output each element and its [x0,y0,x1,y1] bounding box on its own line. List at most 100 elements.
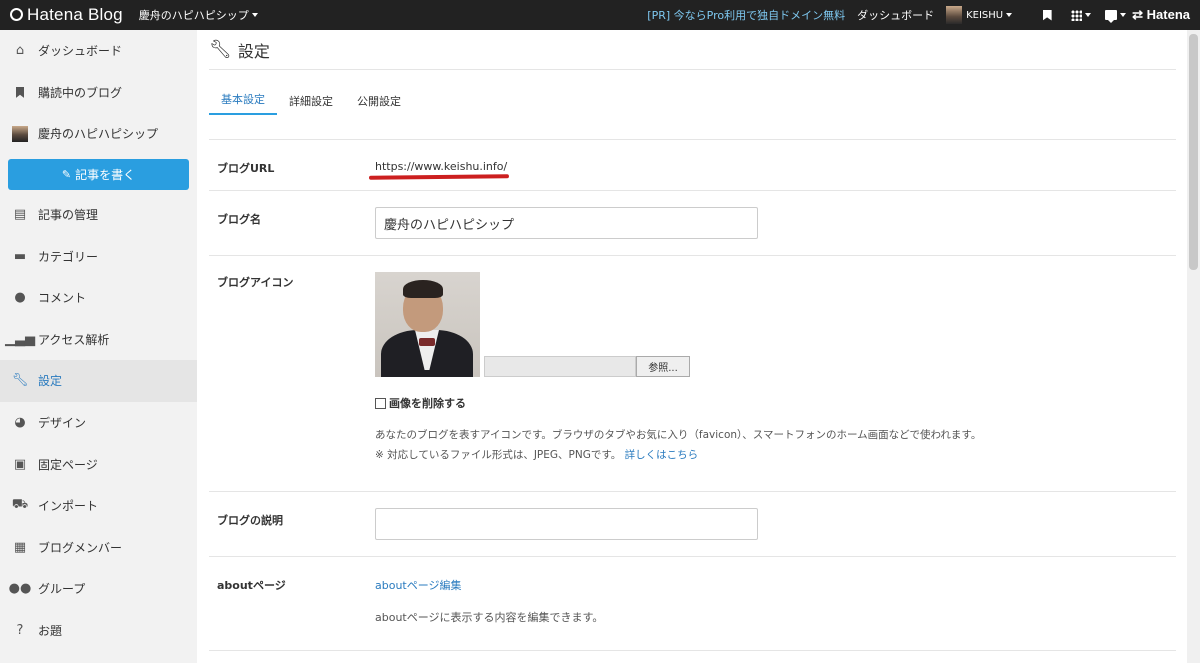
about-page-label: aboutページ [217,579,286,592]
sidebar-item-analytics[interactable]: ▁▃▅ アクセス解析 [0,319,197,361]
blog-url-text: https://www.keishu.info/ [375,160,508,173]
sidebar-item-articles[interactable]: ▤ 記事の管理 [0,194,197,236]
brand-text: Hatena Blog [27,5,123,24]
sidebar-item-settings[interactable]: 🔧︎ 設定 [0,360,197,402]
grid-icon [1071,9,1083,21]
sidebar-item-label: デザイン [38,416,87,431]
sidebar-item-label: 購読中のブログ [38,85,123,100]
notifications-button[interactable] [1098,0,1132,30]
browse-button[interactable]: 参照... [636,356,690,377]
sidebar-item-dashboard[interactable]: ⌂ ダッシュボード [0,30,197,72]
page-title: 設定 [237,41,270,61]
photo-tie [419,338,435,346]
write-article-button[interactable]: ✎ 記事を書く [8,158,189,190]
blog-name-cell: 慶舟のハピハピシップ [375,191,1176,255]
tab-publish-settings[interactable]: 公開設定 [345,93,413,115]
settings-tabs: 基本設定 詳細設定 公開設定 [209,70,1176,115]
delete-image-label: 画像を削除する [389,397,466,410]
group-icon: ●● [8,581,32,597]
sidebar-item-label: アクセス解析 [38,332,110,347]
row-blog-icon: ブログアイコン 参照... 画像を削除する あなたのブログを表すアイコンです。ブ… [209,256,1176,492]
sidebar-item-label: カテゴリー [38,249,99,264]
page-header: 🔧︎ 設定 [209,30,1176,70]
bookmark-icon [1042,9,1052,21]
user-menu[interactable]: KEISHU [946,6,1013,24]
icon-desc-line-2: ※ 対応しているファイル形式は、JPEG、PNGです。 詳しくはこちら [375,445,1176,465]
write-button-label: 記事を書く [75,167,136,182]
edit-icon: ✎ [61,167,72,181]
file-path-field[interactable] [484,356,636,377]
pro-promo-link[interactable]: [PR] 今ならPro利用で独自ドメイン無料 [647,7,845,23]
scrollbar-thumb[interactable] [1189,34,1198,270]
blog-name-input[interactable]: 慶舟のハピハピシップ [375,207,758,239]
sidebar-item-label: グループ [38,582,86,597]
blog-url-value: https://www.keishu.info/ [368,140,1176,190]
sidebar-item-label: お題 [38,624,63,639]
chevron-down-icon [1119,13,1126,17]
about-page-edit-link[interactable]: aboutページ編集 [375,577,1176,593]
bookmark-button[interactable] [1030,0,1064,30]
blog-avatar [12,125,28,142]
blog-url-label: ブログURL [217,162,275,175]
bookmark-icon [12,84,28,100]
avatar [946,6,963,24]
blog-switcher[interactable]: 慶舟のハピハピシップ [139,7,258,23]
sidebar-item-subscriptions[interactable]: 購読中のブログ [0,72,197,114]
question-icon: ? [16,623,24,639]
blog-description-cell [375,492,1176,556]
blog-description-input[interactable] [375,508,758,540]
scrollbar[interactable] [1187,30,1200,663]
apps-menu-button[interactable] [1064,0,1098,30]
details-link[interactable]: 詳しくはこちら [625,449,699,461]
chevron-down-icon [1006,13,1013,17]
sidebar-item-label: コメント [38,291,87,306]
sidebar-item-members[interactable]: ▦ ブログメンバー [0,527,197,569]
tab-basic-settings[interactable]: 基本設定 [209,91,277,115]
brand[interactable]: Hatena Blog 慶舟のハピハピシップ [10,0,258,30]
comment-icon [1104,10,1117,23]
row-about-page: aboutページ aboutページ編集 aboutページに表示する内容を編集でき… [209,557,1176,651]
sidebar-item-label: 固定ページ [38,457,98,472]
blog-title-text: 慶舟のハピハピシップ [138,9,249,22]
about-page-cell: aboutページ編集 aboutページに表示する内容を編集できます。 [375,557,1176,650]
comment-icon: ● [14,290,26,306]
photo-hair [403,280,443,298]
dashboard-link[interactable]: ダッシュボード [857,7,934,23]
logo-circle-icon [10,8,23,21]
hatena-blog-logo[interactable]: Hatena Blog [10,5,123,25]
red-underline-annotation [368,174,510,180]
sidebar-item-label: ブログメンバー [38,540,123,555]
icon-upload-row: 参照... [375,272,1176,377]
blog-name-label: ブログ名 [217,213,261,226]
sidebar-item-groups[interactable]: ●● グループ [0,568,197,610]
icon-desc-formats: ※ 対応しているファイル形式は、JPEG、PNGです。 [375,449,622,461]
delete-image-option[interactable]: 画像を削除する [375,395,1176,411]
blog-icon-label: ブログアイコン [217,276,294,289]
sidebar-item-category[interactable]: ▬ カテゴリー [0,235,197,277]
hatena-link[interactable]: ⇄ Hatena [1132,7,1190,23]
hatena-text: Hatena [1146,7,1190,22]
sidebar-item-label: 記事の管理 [38,208,99,223]
sidebar-item-topics[interactable]: ? お題 [0,610,197,652]
sidebar-item-design[interactable]: ◕ デザイン [0,402,197,444]
row-blog-name: ブログ名 慶舟のハピハピシップ [209,191,1176,256]
sidebar-item-label: インポート [38,499,99,514]
sidebar-item-comments[interactable]: ● コメント [0,277,197,319]
id-card-icon: ▦ [13,539,27,555]
blog-icon-cell: 参照... 画像を削除する あなたのブログを表すアイコンです。ブラウザのタブやお… [375,256,1176,491]
sidebar-item-static-pages[interactable]: ▣ 固定ページ [0,443,197,485]
delete-image-checkbox[interactable] [375,397,386,409]
chevron-down-icon [1085,13,1092,17]
chevron-down-icon [251,13,258,17]
about-page-description: aboutページに表示する内容を編集できます。 [375,611,604,624]
avatar [12,125,28,142]
row-blog-url: ブログURL https://www.keishu.info/ [209,140,1176,191]
icon-desc-line-1: あなたのブログを表すアイコンです。ブラウザのタブやお気に入り（favicon）、… [375,429,982,441]
blog-name-input-value: 慶舟のハピハピシップ [384,217,515,233]
sidebar-item-import[interactable]: ⛟ インポート [0,485,197,527]
sidebar-item-label: 設定 [38,374,63,389]
sidebar-item-blog[interactable]: 慶舟のハピハピシップ [0,113,197,155]
top-bar-right: [PR] 今ならPro利用で独自ドメイン無料 ダッシュボード KEISHU ⇄ … [647,0,1200,30]
blog-icon-description: あなたのブログを表すアイコンです。ブラウザのタブやお気に入り（favicon）、… [375,425,1176,465]
tab-advanced-settings[interactable]: 詳細設定 [277,93,345,115]
